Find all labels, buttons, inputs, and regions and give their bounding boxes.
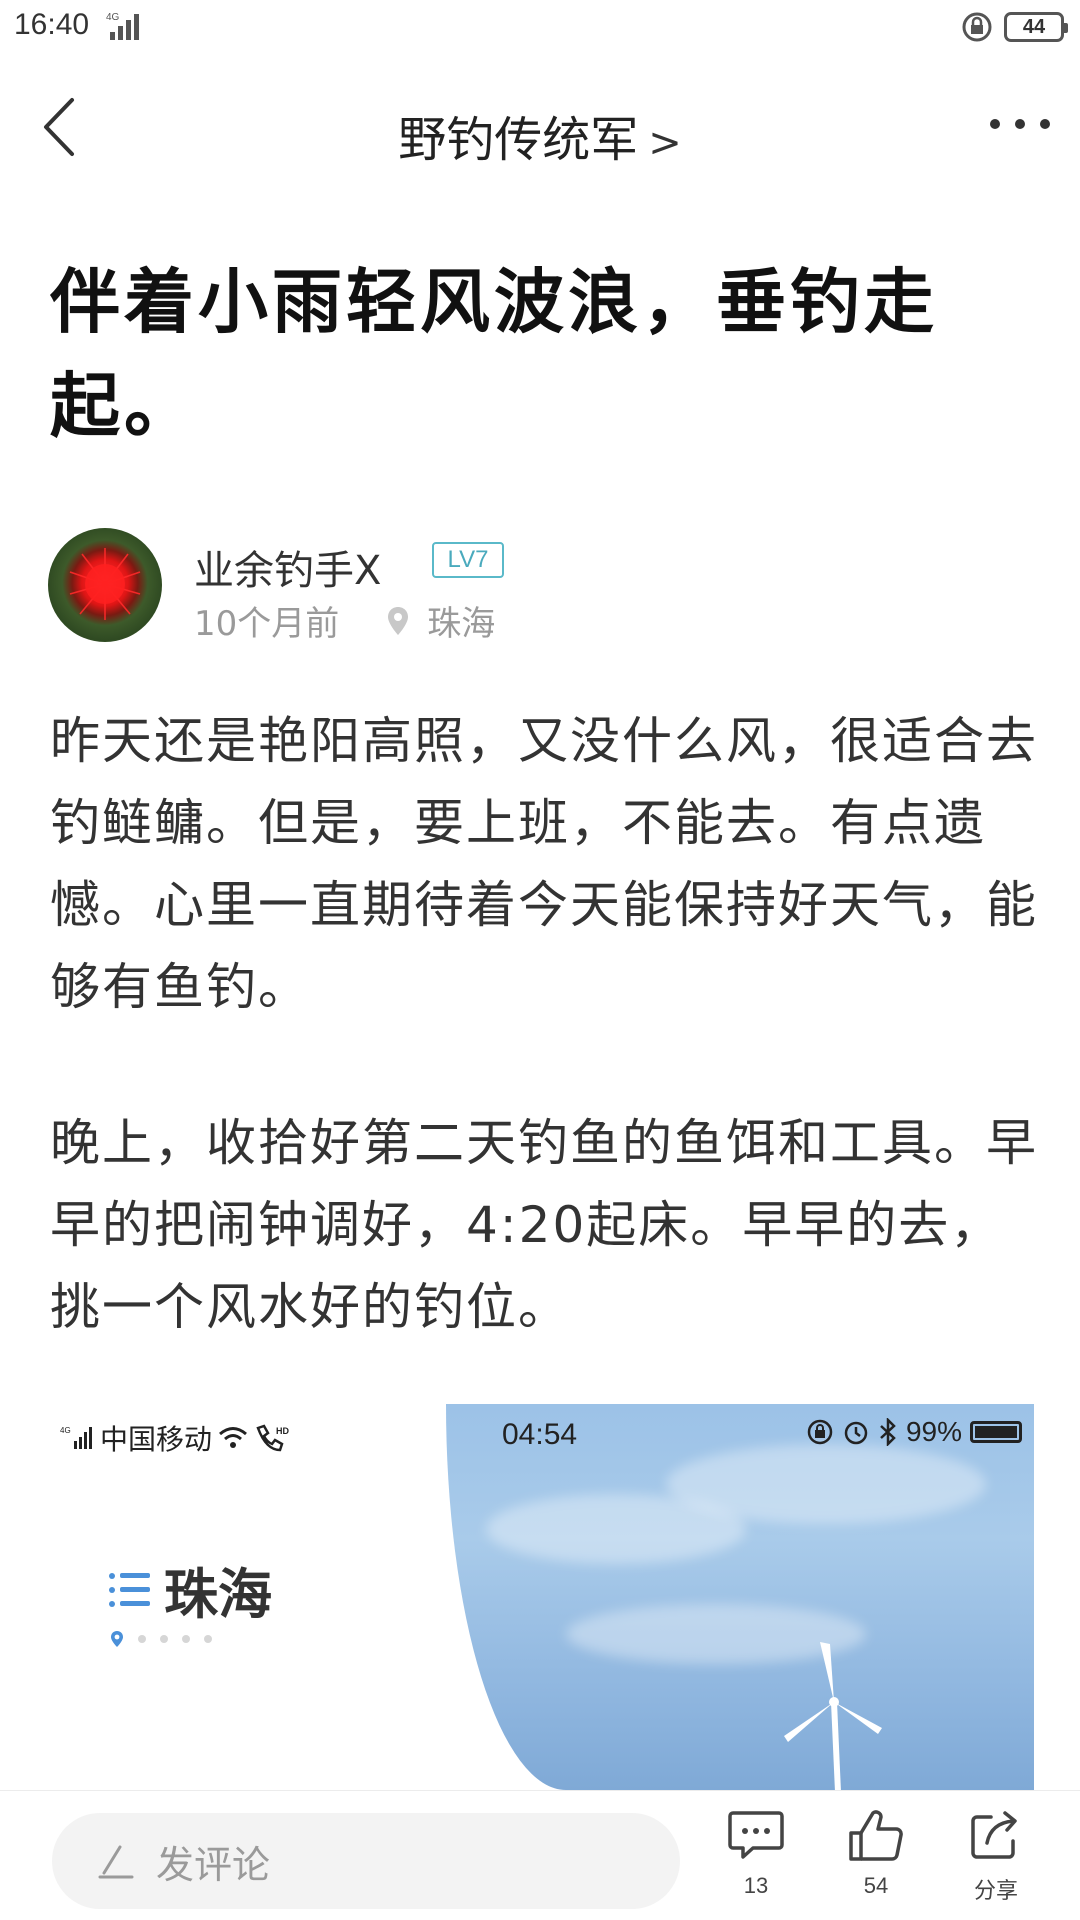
alarm-clock-icon [844,1421,868,1445]
level-badge: LV7 [432,542,504,578]
comment-bubble-icon [728,1811,784,1859]
comment-button[interactable]: 13 [706,1809,806,1915]
bluetooth-icon [880,1418,896,1446]
share-icon [971,1811,1017,1859]
embedded-status-right: 99% [806,1416,1022,1448]
carrier-name: 中国移动 [100,1423,213,1456]
more-dot-icon [1040,119,1050,129]
battery-level: 44 [1022,15,1046,38]
signal-icon: 4G [60,1426,92,1449]
battery-icon [970,1421,1022,1443]
post-title: 伴着小雨轻风波浪，垂钓走起。 [50,261,938,447]
page-dot [182,1635,190,1643]
more-dot-icon [1015,119,1025,129]
network-type: 4G [106,12,120,23]
status-right: 44 [960,10,1068,44]
like-button[interactable]: 54 [826,1809,926,1915]
location-pin-icon [388,606,409,635]
embedded-time: 04:54 [502,1418,578,1451]
comment-placeholder: 发评论 [156,1842,271,1887]
rotation-lock-icon [807,1419,833,1445]
author-name[interactable]: 业余钓手X [194,538,381,596]
nav-bar: 野钓传统军 > [0,72,1080,182]
like-count: 54 [863,1873,889,1898]
embedded-battery-percent: 99% [905,1416,962,1447]
post-paragraph: 晚上，收拾好第二天钓鱼的鱼饵和工具。早早的把闹钟调好，4:20起床。早早的去，挑… [50,1114,1038,1336]
share-label: 分享 [973,1878,1018,1903]
list-menu-icon [109,1572,150,1607]
status-time: 16:40 [14,8,90,41]
more-dot-icon [990,119,1000,129]
pen-icon [98,1845,134,1879]
page-dot [204,1635,212,1643]
page-dot [160,1635,168,1643]
share-button[interactable]: 分享 [946,1809,1046,1915]
weather-city: 珠海 [108,1550,272,1629]
cloud-shape [666,1444,986,1524]
embedded-network-type: 4G [60,1426,71,1435]
post-time: 10个月前 [194,604,340,644]
thumbs-up-icon [849,1810,903,1861]
battery-icon: 44 [1004,12,1068,42]
comment-input[interactable]: 发评论 [52,1813,680,1909]
wifi-icon [219,1427,247,1448]
comment-count: 13 [743,1873,769,1898]
forum-title[interactable]: 野钓传统军 > [0,100,1080,170]
location-pin-icon [111,1631,123,1647]
wind-turbine-image [784,1642,882,1790]
avatar-flower-image [69,548,141,620]
hd-label: HD [276,1426,289,1436]
embedded-status-left: 4G 中国移动 HD [60,1418,294,1458]
bottom-action-bar: 发评论 13 54 分享 [0,1790,1080,1920]
post-image[interactable]: 4G 中国移动 HD 珠海 04:54 99% [50,1404,1034,1790]
author-row: 业余钓手X LV7 10个月前 珠海 [48,528,1028,648]
page-indicator [110,1630,212,1648]
rotation-lock-icon [962,12,992,42]
forum-name: 野钓传统军 [398,112,639,168]
post-paragraph: 昨天还是艳阳高照，又没什么风，很适合去钓鲢鳙。但是，要上班，不能去。有点遗憾。心… [50,712,1038,1016]
more-options-button[interactable] [990,104,1050,144]
signal-icon: 4G [106,12,139,40]
status-bar: 16:40 4G 44 [0,0,1080,60]
page-dot [138,1635,146,1643]
weather-city-name: 珠海 [164,1563,272,1626]
post-location: 珠海 [427,604,496,644]
sky-background: 04:54 99% [446,1404,1034,1790]
post-meta: 10个月前 珠海 [194,596,495,645]
avatar[interactable] [48,528,162,642]
chevron-right-icon: > [648,120,682,166]
hd-call-icon: HD [256,1424,290,1452]
